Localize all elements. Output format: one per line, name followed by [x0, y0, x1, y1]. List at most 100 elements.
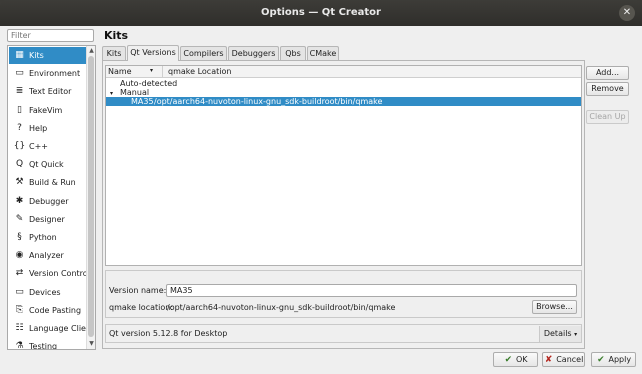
cancel-label: Cancel	[556, 355, 584, 364]
column-header-qmake-location[interactable]: qmake Location	[168, 67, 231, 76]
sidebar-item-python[interactable]: § Python	[9, 229, 86, 246]
sidebar-item-label: Devices	[29, 287, 61, 297]
filter-input[interactable]	[7, 29, 94, 42]
sidebar-item-fakevim[interactable]: ▯ FakeVim	[9, 102, 86, 119]
tree-header: Name ▾ qmake Location	[106, 66, 581, 78]
qt-version-name: MA35	[131, 97, 154, 106]
version-control-icon: ⇄	[15, 268, 24, 279]
details-label: Details	[543, 329, 572, 338]
sidebar-item-build-run[interactable]: ⚒ Build & Run	[9, 174, 86, 191]
add-button[interactable]: Add...	[586, 66, 629, 80]
version-name-input[interactable]	[166, 284, 577, 297]
sidebar-item-qt-quick[interactable]: Q Qt Quick	[9, 156, 86, 173]
qt-versions-tree[interactable]: Name ▾ qmake Location Auto-detected ▾ Man…	[105, 65, 582, 266]
hammer-icon: ⚒	[15, 177, 24, 188]
sidebar-item-designer[interactable]: ✎ Designer	[9, 211, 86, 228]
text-editor-icon: ≣	[15, 86, 24, 97]
device-icon: ▭	[15, 286, 24, 297]
tree-group-manual[interactable]: ▾ Manual	[106, 88, 581, 97]
sidebar-item-code-pasting[interactable]: ⎘ Code Pasting	[9, 302, 86, 319]
sidebar-item-label: Environment	[29, 69, 81, 79]
tab-compilers[interactable]: Compilers	[180, 46, 227, 60]
category-scrollbar[interactable]: ▲ ▼	[86, 46, 95, 349]
tab-kits[interactable]: Kits	[102, 46, 126, 60]
scroll-up-arrow-icon[interactable]: ▲	[88, 46, 95, 55]
sidebar-item-version-control[interactable]: ⇄ Version Control	[9, 265, 90, 282]
cross-icon: ✘	[544, 355, 553, 365]
sidebar-item-label: Help	[29, 123, 48, 133]
qt-version-text: Qt version 5.12.8 for Desktop	[109, 329, 228, 338]
testing-icon: ⚗	[15, 341, 24, 350]
window-title: Options — Qt Creator	[261, 7, 381, 18]
clipboard-icon: ⎘	[15, 304, 24, 315]
page-title: Kits	[104, 29, 129, 42]
scroll-thumb[interactable]	[88, 56, 94, 337]
sidebar-item-label: Language Client	[29, 324, 95, 333]
scroll-down-arrow-icon[interactable]: ▼	[88, 339, 95, 348]
ok-button[interactable]: ✔ OK	[493, 352, 538, 367]
sidebar-item-label: Debugger	[29, 196, 69, 206]
qt-quick-icon: Q	[15, 159, 24, 170]
sidebar-item-kits[interactable]: ▦ Kits	[9, 47, 86, 64]
sidebar-item-testing[interactable]: ⚗ Testing	[9, 338, 86, 350]
sidebar-item-help[interactable]: ? Help	[9, 120, 86, 137]
pencil-icon: ✎	[15, 213, 24, 224]
tab-qbs[interactable]: Qbs	[280, 46, 306, 60]
python-icon: §	[17, 232, 22, 242]
sidebar-item-label: Qt Quick	[29, 160, 64, 170]
bug-icon: ✱	[15, 195, 24, 206]
braces-icon: {}	[13, 141, 26, 151]
sidebar-item-label: Designer	[29, 214, 65, 224]
sidebar-item-label: Code Pasting	[29, 305, 82, 315]
language-client-icon: ☷	[15, 323, 24, 333]
tree-group-label: Manual	[120, 88, 150, 97]
details-button[interactable]: Details ▾	[539, 326, 581, 342]
sidebar-item-label: C++	[29, 142, 48, 151]
version-name-label: Version name:	[109, 286, 167, 295]
sidebar-item-label: Kits	[29, 51, 44, 60]
qmake-location-value: /opt/aarch64-nuvoton-linux-gnu_sdk-build…	[167, 303, 396, 312]
sidebar-item-language-client[interactable]: ☷ Language Client	[9, 320, 94, 337]
qt-version-location: /opt/aarch64-nuvoton-linux-gnu_sdk-build…	[154, 97, 383, 106]
tree-row-ma35[interactable]: MA35 /opt/aarch64-nuvoton-linux-gnu_sdk-…	[106, 97, 581, 106]
sidebar-item-label: Text Editor	[29, 87, 72, 97]
window-close-button[interactable]: ✕	[619, 5, 635, 21]
sidebar-item-environment[interactable]: ▭ Environment	[9, 65, 86, 82]
tree-group-label: Auto-detected	[120, 79, 178, 88]
help-icon: ?	[17, 122, 22, 133]
column-header-name[interactable]: Name	[108, 67, 132, 76]
fakevim-icon: ▯	[17, 104, 22, 115]
sidebar-item-label: FakeVim	[29, 105, 63, 115]
column-separator[interactable]	[162, 66, 163, 77]
tab-qt-versions[interactable]: Qt Versions	[127, 45, 179, 61]
cancel-button[interactable]: ✘ Cancel	[542, 352, 585, 367]
sidebar-item-label: Analyzer	[29, 251, 64, 261]
tab-debuggers[interactable]: Debuggers	[228, 46, 279, 60]
clean-up-button[interactable]: Clean Up	[586, 110, 629, 124]
apply-label: Apply	[608, 355, 632, 364]
sidebar-item-label: Python	[29, 233, 57, 242]
tab-cmake[interactable]: CMake	[307, 46, 339, 60]
remove-button[interactable]: Remove	[586, 82, 629, 96]
kits-icon: ▦	[15, 50, 24, 60]
sidebar-item-text-editor[interactable]: ≣ Text Editor	[9, 83, 86, 100]
sidebar-item-analyzer[interactable]: ◉ Analyzer	[9, 247, 86, 264]
chevron-down-icon: ▾	[574, 331, 578, 338]
sidebar-item-c[interactable]: {} C++	[9, 138, 86, 155]
sidebar-item-devices[interactable]: ▭ Devices	[9, 284, 86, 301]
browse-button[interactable]: Browse...	[532, 300, 577, 314]
apply-button[interactable]: ✔ Apply	[591, 352, 636, 367]
qmake-location-label: qmake location:	[109, 303, 174, 312]
sidebar-item-label: Build & Run	[29, 178, 76, 188]
analyzer-icon: ◉	[15, 250, 24, 261]
check-icon: ✔	[597, 355, 605, 365]
sidebar-item-debugger[interactable]: ✱ Debugger	[9, 193, 86, 210]
sort-indicator-icon: ▾	[150, 67, 154, 74]
sidebar-item-label: Testing	[29, 342, 58, 350]
monitor-icon: ▭	[15, 68, 24, 79]
category-list: ▦ Kits ▭ Environment ≣ Text Editor ▯ FakeVim? He…	[7, 45, 96, 350]
sidebar-item-label: Version Control	[29, 269, 90, 279]
check-icon: ✔	[504, 355, 513, 365]
ok-label: OK	[516, 355, 528, 364]
tree-group-auto-detected[interactable]: Auto-detected	[106, 79, 581, 88]
